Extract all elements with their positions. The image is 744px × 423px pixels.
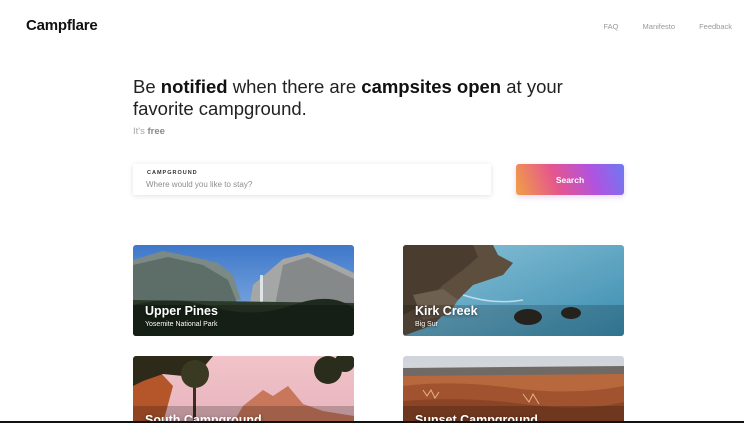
card-subtitle: Yosemite National Park: [145, 321, 218, 328]
card-title: Upper Pines: [145, 304, 218, 318]
card-subtitle: Big Sur: [415, 321, 438, 328]
campground-card-south-campground[interactable]: South Campground: [133, 356, 354, 423]
hero: Be notified when there are campsites ope…: [133, 76, 613, 137]
campground-search-box[interactable]: CAMPGROUND: [133, 164, 491, 195]
headline-text-3: at your: [501, 76, 563, 97]
hero-subtext: It's free: [133, 126, 613, 137]
top-nav: FAQ Manifesto Feedback: [604, 22, 732, 31]
campground-card-kirk-creek[interactable]: Kirk Creek Big Sur: [403, 245, 624, 336]
headline-text-4: favorite campground.: [133, 98, 307, 119]
campground-label: CAMPGROUND: [147, 170, 198, 176]
campground-card-upper-pines[interactable]: Upper Pines Yosemite National Park: [133, 245, 354, 336]
campflare-logo[interactable]: Campflare: [26, 17, 98, 34]
headline-bold-campsites: campsites open: [361, 76, 502, 97]
campground-card-sunset-campground[interactable]: Sunset Campground: [403, 356, 624, 423]
nav-link-faq[interactable]: FAQ: [604, 22, 619, 31]
headline-text-2: when there are: [227, 76, 362, 97]
hero-headline: Be notified when there are campsites ope…: [133, 76, 613, 120]
headline-bold-notified: notified: [160, 76, 228, 97]
top-bar: Campflare FAQ Manifesto Feedback: [0, 0, 744, 54]
search-button[interactable]: Search: [516, 164, 624, 195]
headline-text-1: Be: [133, 76, 161, 97]
subtext-prefix: It's: [133, 126, 148, 137]
subtext-free: free: [147, 126, 165, 137]
campground-search-input[interactable]: [146, 178, 466, 190]
nav-link-manifesto[interactable]: Manifesto: [643, 22, 676, 31]
card-title: Kirk Creek: [415, 304, 478, 318]
nav-link-feedback[interactable]: Feedback: [699, 22, 732, 31]
